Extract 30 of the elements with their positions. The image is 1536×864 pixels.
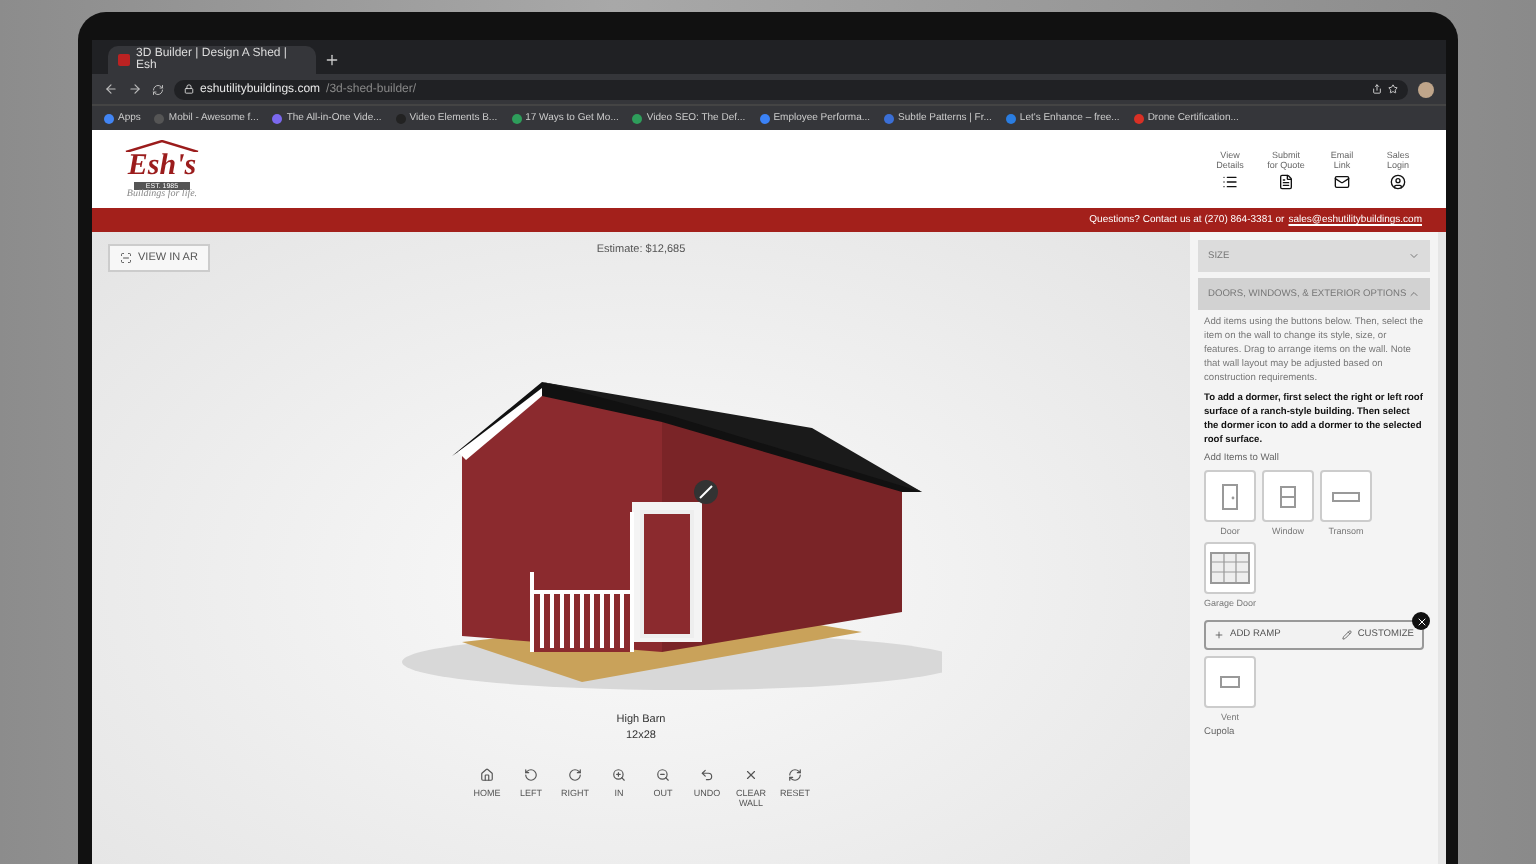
zoom-in-icon — [612, 768, 626, 782]
ar-icon — [120, 252, 132, 264]
garage-door-icon — [1210, 552, 1250, 584]
document-icon — [1278, 173, 1294, 189]
mail-icon — [1334, 173, 1350, 189]
user-icon — [1390, 173, 1406, 189]
window-icon — [1280, 485, 1296, 507]
door-icon — [1222, 483, 1238, 509]
zoom-out-icon — [656, 768, 670, 782]
close-icon — [744, 768, 758, 782]
rotate-right-icon — [568, 768, 582, 782]
list-icon — [1222, 173, 1238, 189]
chevron-icon — [1408, 288, 1420, 300]
roof-logo-icon — [122, 139, 202, 151]
plus-icon — [1214, 630, 1224, 640]
forward-icon[interactable] — [128, 82, 142, 96]
close-icon[interactable] — [1412, 612, 1430, 630]
chevron-icon — [1408, 250, 1420, 262]
reload-icon[interactable] — [152, 83, 164, 95]
refresh-icon — [788, 768, 802, 782]
home-icon — [480, 768, 494, 782]
transom-icon — [1332, 491, 1360, 501]
undo-icon — [700, 768, 714, 782]
new-tab-icon[interactable] — [324, 52, 340, 68]
profile-avatar[interactable] — [1418, 81, 1434, 97]
back-icon[interactable] — [104, 82, 118, 96]
rotate-left-icon — [524, 768, 538, 782]
vent-icon — [1220, 676, 1240, 688]
pencil-icon — [1341, 630, 1352, 640]
favicon-icon — [118, 54, 130, 66]
